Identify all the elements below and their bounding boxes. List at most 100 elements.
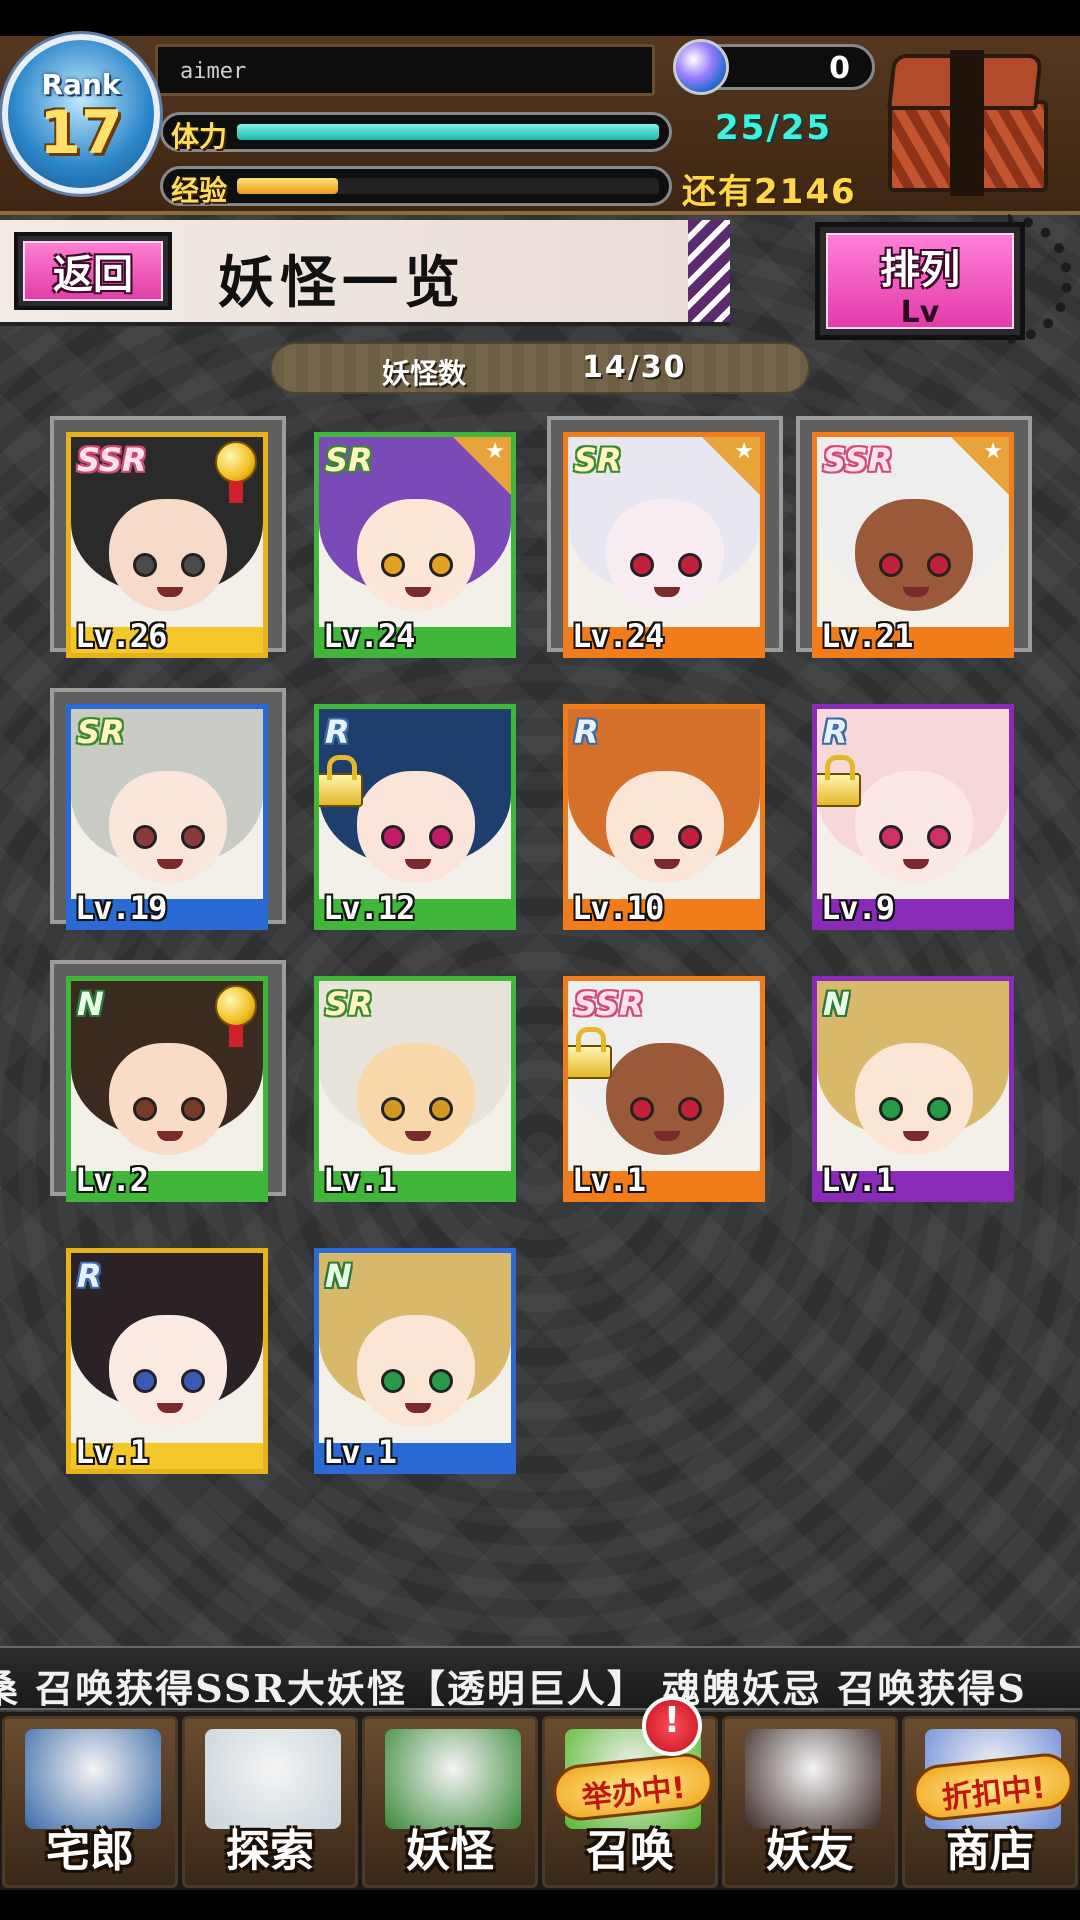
nav-label: 召唤 [586, 1826, 674, 1877]
portrait-eye [678, 825, 702, 849]
monster-card[interactable]: Lv.24 SR ★ [298, 416, 534, 658]
rarity-badge: N [823, 985, 850, 1023]
monster-card[interactable]: Lv.1 SR [298, 960, 534, 1202]
nav-item-5[interactable]: 妖友 [722, 1716, 898, 1888]
monster-card[interactable]: Lv.1 N [796, 960, 1032, 1202]
monster-card[interactable]: Lv.12 R [298, 688, 534, 930]
monster-card-frame: Lv.21 SSR ★ [812, 432, 1014, 658]
portrait-eye [133, 553, 157, 577]
portrait-eye [927, 1097, 951, 1121]
back-button[interactable]: 返回 [14, 232, 172, 310]
lock-icon [319, 755, 363, 807]
monster-level: Lv.1 [323, 1161, 397, 1199]
star-icon: ★ [951, 437, 1009, 495]
nav-label: 宅郎 [46, 1826, 134, 1877]
monster-card[interactable]: Lv.1 R [50, 1232, 286, 1474]
rarity-badge: N [77, 985, 104, 1023]
portrait-eye [429, 825, 453, 849]
monster-card[interactable]: Lv.10 R [547, 688, 783, 930]
portrait-eye [381, 553, 405, 577]
monster-card[interactable]: Lv.26 SSR [50, 416, 286, 658]
rank-label: Rank [41, 68, 121, 101]
rank-badge[interactable]: Rank 17 [2, 34, 160, 194]
rank-number: 17 [39, 98, 123, 168]
monster-grid: Lv.26 SSR Lv.24 SR ★ Lv.24 SR ★ Lv.21 SSR ★ Lv.19 SR… [0, 0, 1080, 1500]
back-label: 返回 [23, 241, 163, 301]
star-icon: ★ [702, 437, 760, 495]
rarity-badge: SR [574, 441, 622, 479]
monster-card-frame: Lv.1 N [812, 976, 1014, 1202]
nav-item-6[interactable]: 折扣中! 商店 [902, 1716, 1078, 1888]
nav-label: 妖友 [766, 1826, 854, 1877]
nav-item-3[interactable]: 妖怪 [362, 1716, 538, 1888]
monster-level: Lv.1 [572, 1161, 646, 1199]
monster-card-frame: Lv.12 R [314, 704, 516, 930]
nav-item-1[interactable]: 宅郎 [2, 1716, 178, 1888]
nav-label: 妖怪 [406, 1826, 494, 1877]
monster-level: Lv.26 [75, 617, 167, 655]
monster-card-frame: Lv.1 N [314, 1248, 516, 1474]
nav-label: 商店 [946, 1826, 1034, 1877]
portrait-eye [630, 825, 654, 849]
monster-level: Lv.24 [572, 617, 664, 655]
monster-card[interactable]: Lv.24 SR ★ [547, 416, 783, 658]
portrait-eye [630, 553, 654, 577]
monster-level: Lv.19 [75, 889, 167, 927]
monster-card-frame: Lv.2 N [66, 976, 268, 1202]
portrait-eye [133, 825, 157, 849]
monster-card[interactable]: Lv.1 N [298, 1232, 534, 1474]
rarity-badge: R [325, 713, 350, 751]
portrait-eye [678, 1097, 702, 1121]
news-ticker: 桑 召唤获得SSR大妖怪【透明巨人】 魂魄妖忌 召唤获得S [0, 1646, 1080, 1710]
magnifier-icon [205, 1729, 341, 1829]
portrait-eye [181, 1097, 205, 1121]
lock-icon [817, 755, 861, 807]
monster-card-frame: Lv.1 SR [314, 976, 516, 1202]
nav-label: 探索 [226, 1826, 314, 1877]
monster-level: Lv.24 [323, 617, 415, 655]
medal-icon [215, 441, 257, 503]
rarity-badge: R [574, 713, 599, 751]
bottom-nav: 宅郎 探索 妖怪 举办中! 召唤 妖友 折扣中! 商店 [0, 1712, 1080, 1890]
portrait-eye [381, 825, 405, 849]
house-icon [25, 1729, 161, 1829]
monster-level: Lv.12 [323, 889, 415, 927]
monster-level: Lv.1 [75, 1433, 149, 1471]
monster-card[interactable]: Lv.9 R [796, 688, 1032, 930]
portrait-eye [181, 553, 205, 577]
monster-card[interactable]: Lv.1 SSR [547, 960, 783, 1202]
portrait-eye [429, 553, 453, 577]
portrait-eye [381, 1097, 405, 1121]
nav-item-2[interactable]: 探索 [182, 1716, 358, 1888]
lock-icon [568, 1027, 612, 1079]
ticker-text: 桑 召唤获得SSR大妖怪【透明巨人】 魂魄妖忌 召唤获得S [0, 1666, 1027, 1710]
portrait-eye [381, 1369, 405, 1393]
monster-card[interactable]: Lv.2 N [50, 960, 286, 1202]
portrait-eye [879, 825, 903, 849]
monster-card-frame: Lv.10 R [563, 704, 765, 930]
medal-icon [215, 985, 257, 1047]
portrait-eye [630, 1097, 654, 1121]
rarity-badge: SR [77, 713, 125, 751]
star-icon: ★ [453, 437, 511, 495]
monster-level: Lv.10 [572, 889, 664, 927]
monster-level: Lv.21 [821, 617, 913, 655]
portrait-eye [879, 1097, 903, 1121]
monster-level: Lv.2 [75, 1161, 149, 1199]
monster-card-frame: Lv.19 SR [66, 704, 268, 930]
portrait-eye [429, 1369, 453, 1393]
alert-icon: ! [642, 1696, 702, 1756]
monster-card[interactable]: Lv.19 SR [50, 688, 286, 930]
portrait-eye [181, 1369, 205, 1393]
rarity-badge: N [325, 1257, 352, 1295]
monster-card-frame: Lv.24 SR ★ [563, 432, 765, 658]
monster-level: Lv.9 [821, 889, 895, 927]
portrait-eye [133, 1097, 157, 1121]
portrait-eye [133, 1369, 157, 1393]
scroll-icon [385, 1729, 521, 1829]
monster-card-frame: Lv.1 R [66, 1248, 268, 1474]
monster-card[interactable]: Lv.21 SSR ★ [796, 416, 1032, 658]
portrait-eye [181, 825, 205, 849]
monster-level: Lv.1 [821, 1161, 895, 1199]
rarity-badge: SSR [823, 441, 893, 479]
